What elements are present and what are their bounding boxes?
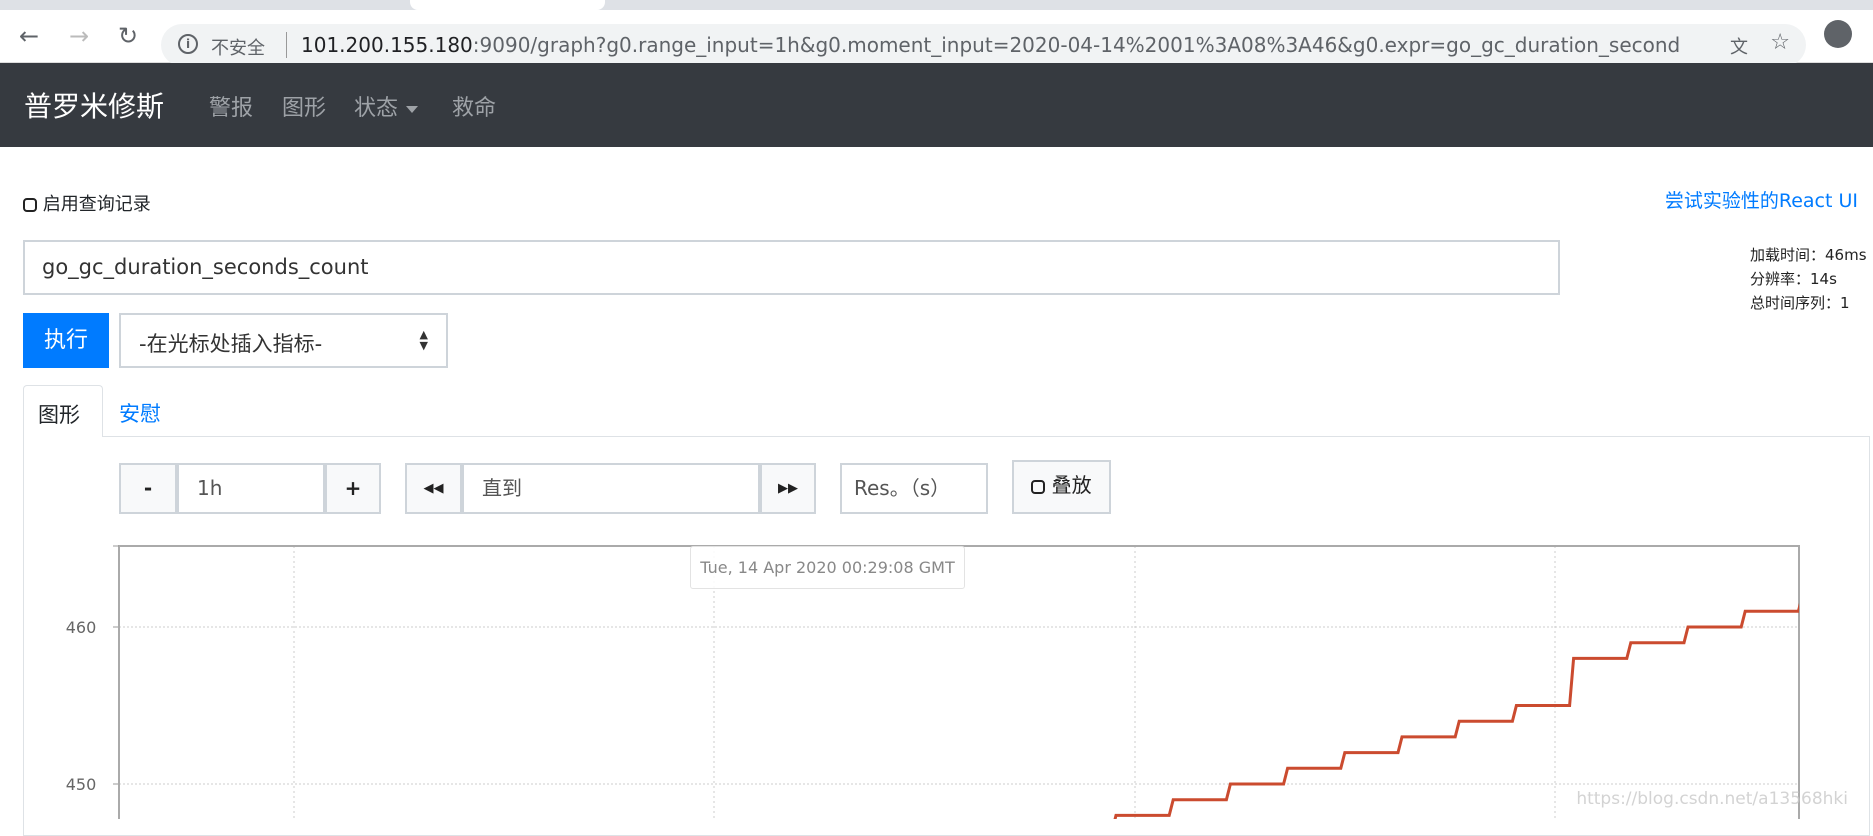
y-tick-label: 450 <box>66 775 97 794</box>
hover-time-label: Tue, 14 Apr 2020 00:29:08 GMT <box>690 546 965 589</box>
y-tick-label: 460 <box>66 618 97 637</box>
watermark: https://blog.csdn.net/a13568hki <box>1576 789 1848 809</box>
series-line <box>1113 594 1799 819</box>
tab-graph[interactable]: 图形 <box>23 385 103 437</box>
graph-chart: 450 460 <box>66 545 1800 819</box>
